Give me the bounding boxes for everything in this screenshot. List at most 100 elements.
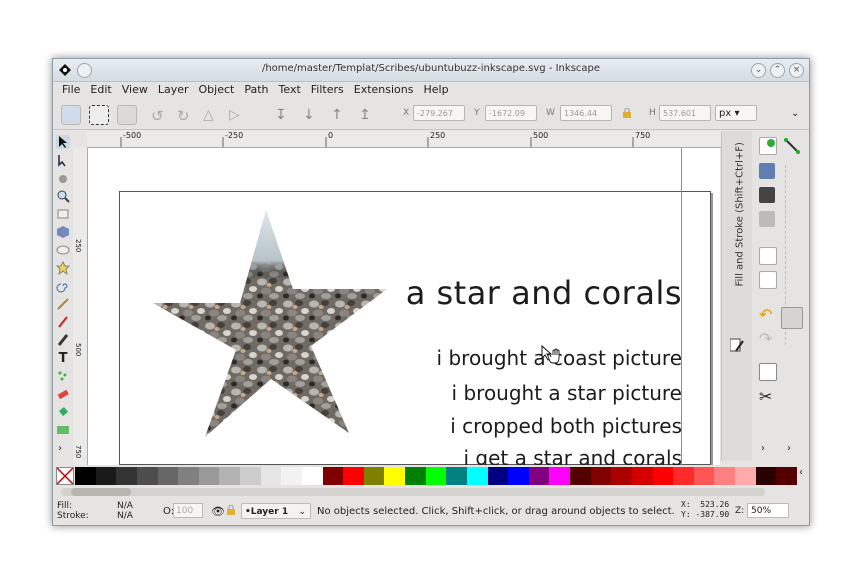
color-swatch[interactable] (446, 467, 467, 485)
color-swatch[interactable] (75, 467, 96, 485)
star-clipped-image[interactable] (153, 211, 389, 439)
document-line[interactable]: i get a star and corals (368, 446, 683, 465)
pencil-tool-icon[interactable] (56, 297, 70, 311)
chevron-right-icon[interactable]: › (58, 443, 62, 454)
export-icon[interactable] (759, 271, 777, 289)
open-icon[interactable] (759, 163, 775, 179)
opacity-input[interactable]: 100 (173, 503, 203, 518)
select-all-icon[interactable] (61, 105, 81, 125)
x-input[interactable]: -279.267 (413, 105, 465, 121)
eye-icon[interactable]: 👁 (211, 505, 225, 518)
color-swatch[interactable] (219, 467, 240, 485)
copy-icon[interactable] (759, 363, 777, 381)
color-swatch[interactable] (178, 467, 199, 485)
color-swatch[interactable] (95, 467, 117, 485)
color-swatch[interactable] (466, 467, 488, 485)
spray-tool-icon[interactable] (56, 369, 70, 383)
flip-horizontal-icon[interactable]: △ (203, 107, 214, 123)
lower-icon[interactable]: ↓ (303, 107, 315, 123)
ellipse-tool-icon[interactable] (56, 243, 70, 257)
chevron-right-icon[interactable]: › (787, 443, 791, 454)
pen-tool-icon[interactable] (56, 315, 70, 329)
menu-filters[interactable]: Filters (306, 81, 349, 99)
menu-text[interactable]: Text (274, 81, 306, 99)
menu-file[interactable]: File (57, 81, 85, 99)
no-paint-swatch[interactable] (56, 467, 74, 485)
new-document-icon[interactable] (759, 137, 777, 155)
y-input[interactable]: -1672.09 (485, 105, 537, 121)
color-swatch[interactable] (363, 467, 385, 485)
text-tool-icon[interactable]: T (56, 351, 70, 366)
flip-vertical-icon[interactable]: ▷ (229, 107, 240, 123)
redo-icon[interactable]: ↷ (759, 329, 772, 348)
color-swatch[interactable] (528, 467, 550, 485)
color-swatch[interactable] (714, 467, 735, 485)
color-swatch[interactable] (611, 467, 632, 485)
gradient-tool-icon[interactable] (56, 423, 70, 437)
color-swatch[interactable] (260, 467, 282, 485)
color-swatch[interactable] (322, 467, 344, 485)
node-tool-icon[interactable] (56, 153, 70, 167)
color-swatch[interactable] (301, 467, 323, 485)
lock-icon[interactable] (623, 107, 631, 118)
snap-path-icon[interactable] (781, 307, 803, 329)
stroke-value[interactable]: N/A (117, 511, 133, 521)
scrollbar-thumb[interactable] (71, 488, 131, 496)
close-icon[interactable]: × (789, 63, 804, 78)
zoom-tool-icon[interactable] (56, 189, 70, 203)
print-icon[interactable] (759, 211, 775, 227)
undo-icon[interactable]: ↶ (759, 305, 772, 324)
color-swatch[interactable] (487, 467, 509, 485)
rotate-cw-icon[interactable]: ↻ (177, 107, 190, 125)
rectangle-tool-icon[interactable] (56, 207, 70, 221)
menu-path[interactable]: Path (239, 81, 273, 99)
raise-to-top-icon[interactable]: ↥ (359, 107, 371, 123)
select-all-layers-icon[interactable] (89, 105, 109, 125)
chevron-down-icon[interactable]: ⌄ (791, 108, 799, 119)
cut-icon[interactable]: ✂ (759, 387, 772, 406)
chevron-right-icon[interactable]: › (761, 443, 765, 454)
color-swatch[interactable] (590, 467, 612, 485)
color-swatch[interactable] (136, 467, 158, 485)
color-swatch[interactable] (198, 467, 220, 485)
lock-icon[interactable] (227, 504, 235, 515)
color-swatch[interactable] (425, 467, 447, 485)
eraser-tool-icon[interactable] (56, 387, 70, 401)
color-swatch[interactable] (549, 467, 570, 485)
color-swatch[interactable] (652, 467, 674, 485)
color-swatch[interactable] (384, 467, 405, 485)
tweak-tool-icon[interactable] (56, 171, 70, 185)
deselect-icon[interactable] (117, 105, 137, 125)
color-swatch[interactable] (240, 467, 261, 485)
zoom-input[interactable]: 50% (747, 503, 789, 518)
document-line[interactable]: i cropped both pictures (368, 414, 682, 438)
color-swatch[interactable] (755, 467, 777, 485)
color-swatch[interactable] (693, 467, 715, 485)
color-swatch[interactable] (157, 467, 179, 485)
color-swatch[interactable] (343, 467, 364, 485)
color-swatch[interactable] (631, 467, 653, 485)
unit-select[interactable]: px ▾ (715, 105, 757, 121)
menu-extensions[interactable]: Extensions (349, 81, 419, 99)
color-swatch[interactable] (405, 467, 426, 485)
rotate-ccw-icon[interactable]: ↺ (151, 107, 164, 125)
palette-scroll-icon[interactable]: ‹ (799, 467, 803, 478)
fill-stroke-tab-label[interactable]: Fill and Stroke (Shift+Ctrl+F) (735, 142, 746, 286)
save-icon[interactable] (759, 187, 775, 203)
color-swatch[interactable] (776, 467, 797, 485)
minimize-icon[interactable]: ⌄ (751, 63, 766, 78)
menu-help[interactable]: Help (418, 81, 453, 99)
document-line[interactable]: i brought a coast picture (368, 346, 682, 370)
h-input[interactable]: 537.601 (659, 105, 711, 121)
calligraphy-tool-icon[interactable] (56, 333, 70, 347)
import-icon[interactable] (759, 247, 777, 265)
menu-edit[interactable]: Edit (85, 81, 116, 99)
color-swatch[interactable] (508, 467, 529, 485)
lower-to-bottom-icon[interactable]: ↧ (275, 107, 287, 123)
color-swatch[interactable] (735, 467, 756, 485)
document-heading[interactable]: a star and corals (388, 274, 682, 312)
raise-icon[interactable]: ↑ (331, 107, 343, 123)
dock-panel-tab[interactable]: Fill and Stroke (Shift+Ctrl+F) (721, 131, 752, 461)
fill-stroke-icon[interactable] (729, 337, 744, 353)
color-swatch[interactable] (116, 467, 137, 485)
